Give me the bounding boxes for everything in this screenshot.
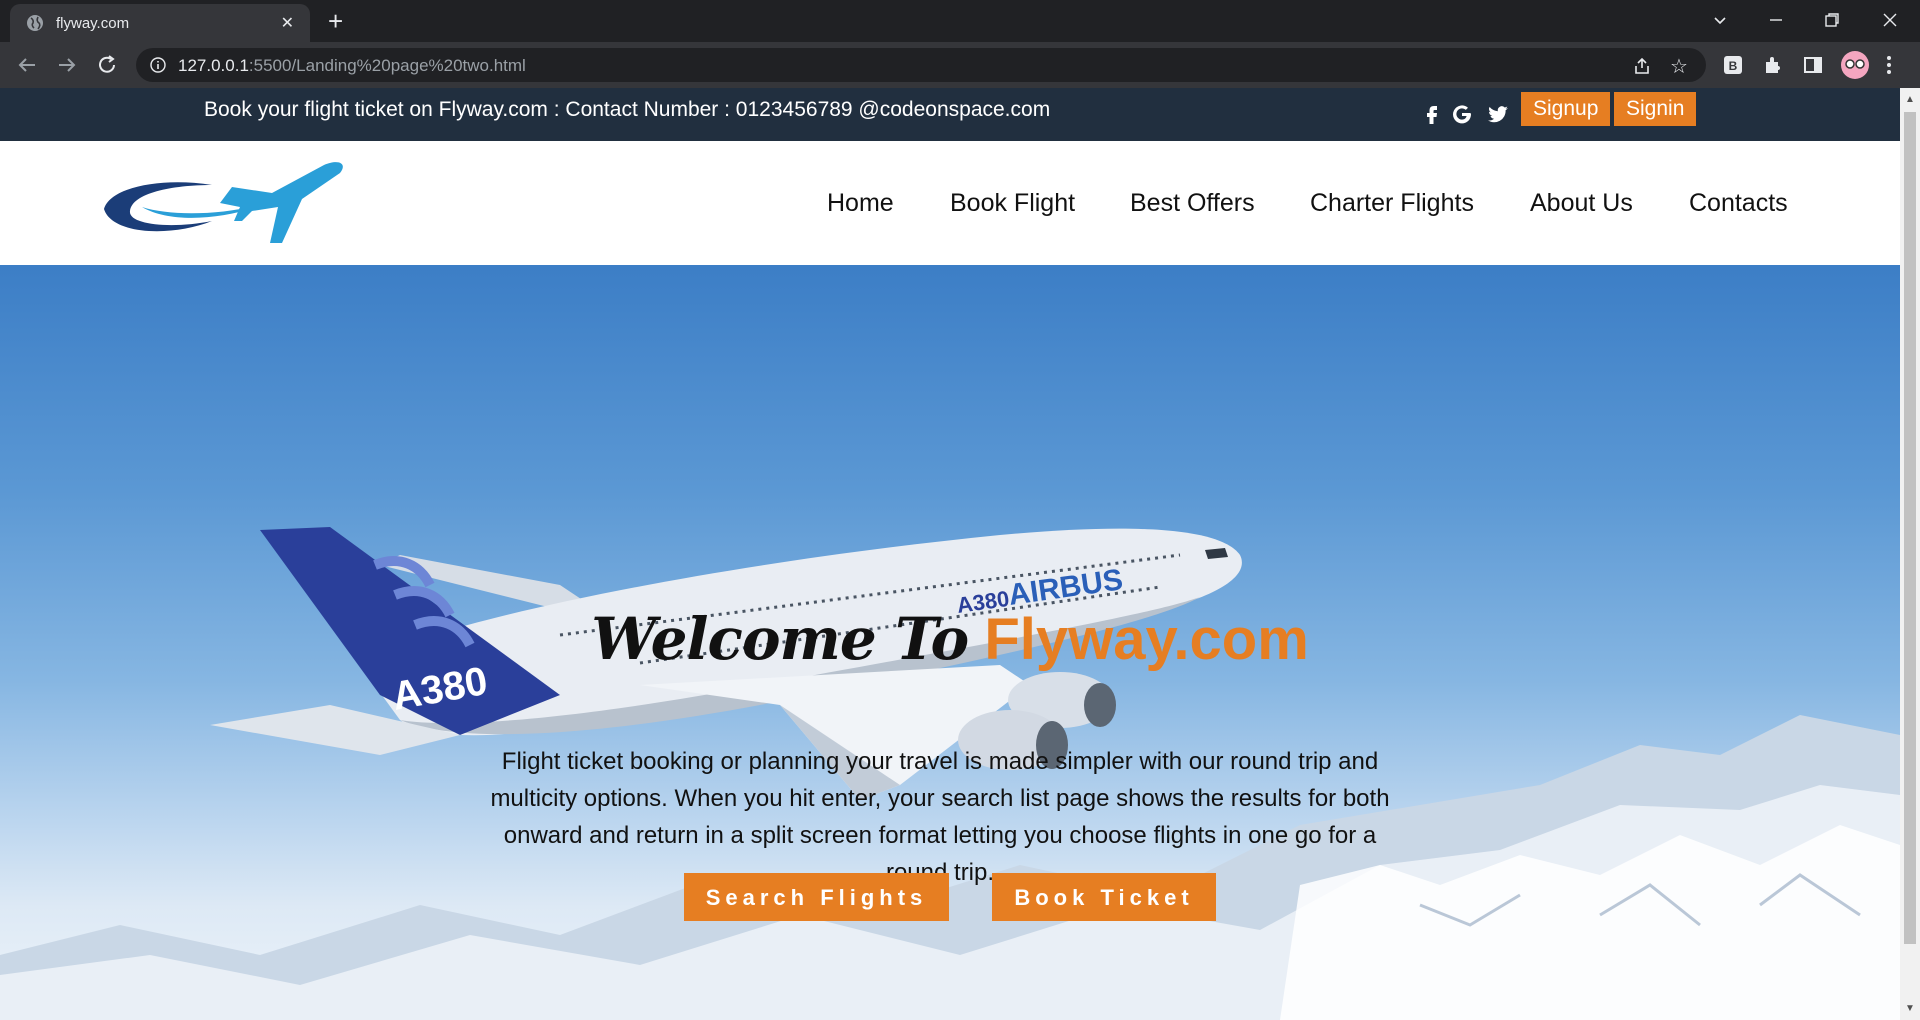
twitter-icon[interactable] [1486,102,1510,126]
search-flights-button[interactable]: Search Flights [684,873,949,921]
page-scrollbar[interactable]: ▲ ▼ [1900,88,1920,1020]
scroll-down-arrow-icon[interactable]: ▼ [1905,1003,1915,1014]
new-tab-button[interactable]: + [328,8,343,34]
browser-tab-bar: flyway.com ✕ + [0,0,1920,42]
globe-icon [27,15,43,31]
site-info-icon[interactable] [150,57,166,73]
nav-charter-flights-link[interactable]: Charter Flights [1310,189,1474,218]
back-icon[interactable] [16,54,38,76]
bookmark-star-icon[interactable]: ☆ [1670,54,1688,79]
svg-text:B: B [1729,59,1738,73]
hero-description: Flight ticket booking or planning your t… [490,748,1390,886]
forward-icon[interactable] [56,54,78,76]
share-icon[interactable] [1632,56,1652,76]
nav-home-link[interactable]: Home [827,189,894,218]
main-navbar: Home Book Flight Best Offers Charter Fli… [0,141,1900,265]
tab-search-icon[interactable] [1712,12,1728,28]
browser-toolbar: 127.0.0.1:5500/Landing%20page%20two.html… [0,42,1920,88]
scroll-up-arrow-icon[interactable]: ▲ [1905,94,1915,105]
book-ticket-button[interactable]: Book Ticket [992,873,1216,921]
welcome-heading: Welcome To Flyway.com [0,605,1900,673]
nav-best-offers-link[interactable]: Best Offers [1130,189,1255,218]
browser-tab[interactable]: flyway.com ✕ [10,4,310,42]
signup-button[interactable]: Signup [1521,92,1611,126]
page-viewport: Book your flight ticket on Flyway.com : … [0,88,1900,1020]
close-window-icon[interactable] [1882,12,1898,28]
flyway-logo[interactable] [102,159,348,243]
welcome-brand-text: Flyway.com [984,607,1309,672]
restore-icon[interactable] [1824,12,1840,28]
side-panel-icon[interactable] [1802,54,1824,76]
bootstrap-extension-icon[interactable]: B [1722,54,1744,76]
menu-dots-icon[interactable] [1884,54,1894,76]
welcome-script-text: Welcome To [591,605,969,673]
tab-title: flyway.com [56,14,130,32]
facebook-icon[interactable] [1420,102,1444,126]
profile-avatar-icon[interactable] [1840,50,1870,80]
google-icon[interactable] [1450,102,1474,126]
address-bar[interactable]: 127.0.0.1:5500/Landing%20page%20two.html… [136,48,1706,82]
contact-text: Book your flight ticket on Flyway.com : … [204,98,1051,121]
reload-icon[interactable] [96,54,118,76]
hero-section: A380 A380 AIRBUS Welcome To Flyway.com F… [0,265,1900,1020]
top-contact-bar: Book your flight ticket on Flyway.com : … [0,88,1900,141]
nav-about-us-link[interactable]: About Us [1530,189,1633,218]
scrollbar-thumb[interactable] [1904,112,1916,944]
nav-contacts-link[interactable]: Contacts [1689,189,1788,218]
minimize-icon[interactable] [1768,12,1784,28]
nav-book-flight-link[interactable]: Book Flight [950,189,1075,218]
extensions-puzzle-icon[interactable] [1762,54,1784,76]
signin-button[interactable]: Signin [1614,92,1697,126]
close-tab-icon[interactable]: ✕ [281,13,294,33]
url-text: 127.0.0.1:5500/Landing%20page%20two.html [178,56,526,75]
